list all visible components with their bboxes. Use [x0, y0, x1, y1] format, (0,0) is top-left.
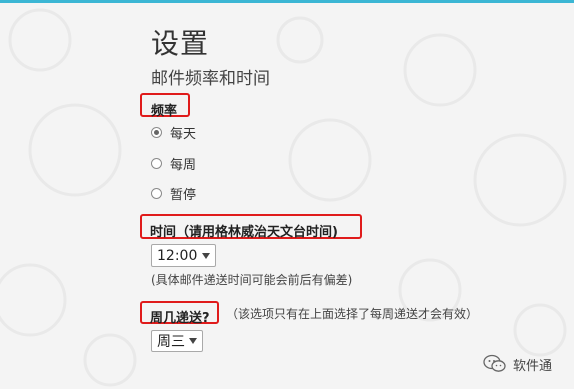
frequency-option-pause[interactable]: 暂停 [151, 184, 196, 203]
page-title: 设置 [151, 27, 210, 60]
frequency-heading-highlight: 频率 [140, 93, 190, 119]
watermark-text: 软件通 [513, 358, 553, 374]
time-heading-highlight: 时间（请用格林威治天文台时间) [140, 214, 362, 239]
watermark: 软件通 [483, 354, 552, 374]
time-note: (具体邮件递送时间可能会前后有偏差) [151, 273, 353, 287]
radio-pause[interactable] [151, 188, 162, 199]
settings-panel: 设置 邮件频率和时间 频率 每天 每周 暂停 时间（请用格林威治天文台时间) 1… [0, 0, 574, 389]
weekday-select[interactable]: 周三 [151, 330, 203, 352]
frequency-option-label: 每天 [170, 127, 197, 142]
frequency-option-daily[interactable]: 每天 [151, 123, 196, 142]
frequency-option-label: 暂停 [170, 188, 197, 203]
radio-selected-dot [154, 130, 159, 135]
frequency-heading: 频率 [151, 104, 178, 119]
time-select-value: 12:00 [157, 247, 198, 264]
weekday-select-value: 周三 [157, 334, 185, 350]
frequency-option-label: 每周 [170, 158, 197, 173]
wechat-bubble-icon [483, 354, 506, 372]
time-select[interactable]: 12:00 [151, 244, 216, 267]
radio-weekly[interactable] [151, 158, 162, 169]
weekday-heading: 周几递送? [150, 311, 210, 326]
chevron-down-icon [202, 252, 210, 259]
radio-daily[interactable] [151, 127, 162, 138]
page-subtitle: 邮件频率和时间 [151, 69, 270, 89]
time-heading: 时间（请用格林威治天文台时间) [150, 225, 338, 240]
frequency-option-weekly[interactable]: 每周 [151, 154, 196, 173]
chevron-down-icon [189, 338, 197, 344]
weekday-note: （该选项只有在上面选择了每周递送才会有效） [226, 307, 479, 321]
weekday-heading-highlight: 周几递送? [140, 301, 219, 326]
